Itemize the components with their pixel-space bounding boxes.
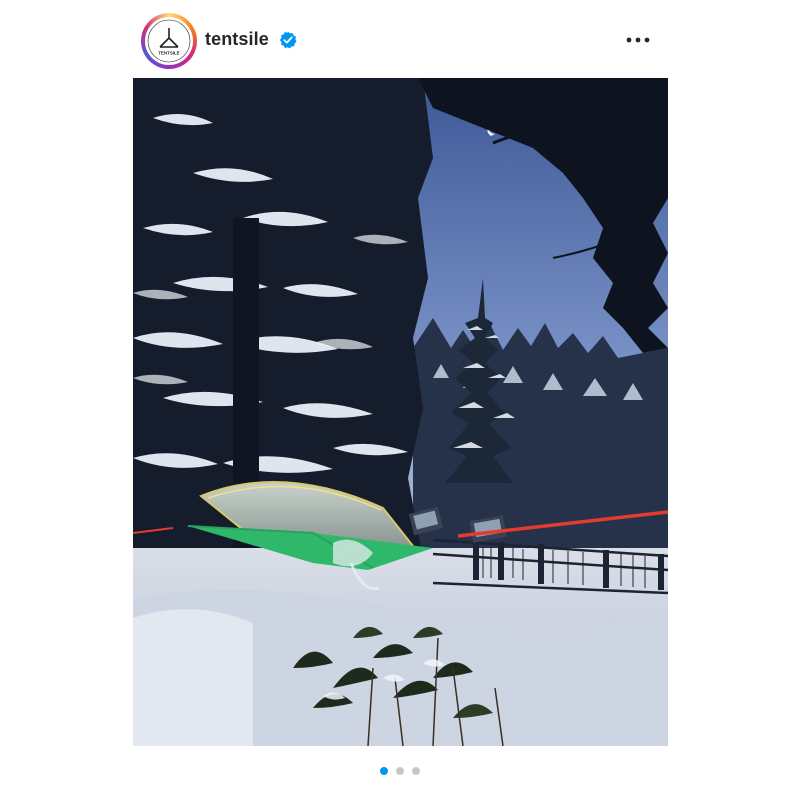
- post-header: TENTSILE tentsile: [0, 0, 800, 78]
- avatar[interactable]: TENTSILE: [141, 13, 197, 69]
- carousel-indicator: [0, 762, 800, 775]
- carousel-dot-2[interactable]: [396, 767, 404, 775]
- post-photo[interactable]: [133, 78, 668, 746]
- tentsile-logo-icon: TENTSILE: [145, 17, 193, 65]
- avatar-logo-text: TENTSILE: [158, 51, 179, 56]
- carousel-dot-1[interactable]: [379, 767, 388, 775]
- carousel-dot-3[interactable]: [412, 767, 421, 775]
- username[interactable]: tentsile: [205, 29, 269, 50]
- more-options-button[interactable]: [620, 28, 656, 52]
- more-options-icon: [626, 37, 650, 43]
- verified-badge-icon: [279, 31, 297, 49]
